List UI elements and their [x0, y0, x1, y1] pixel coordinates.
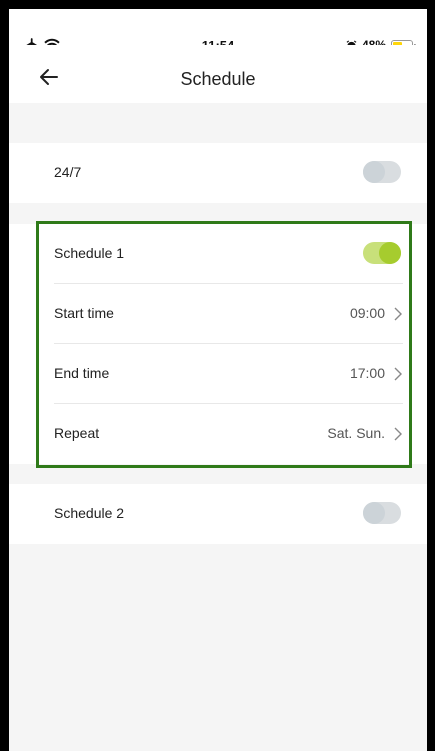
- row-start-time[interactable]: Start time 09:00: [9, 284, 427, 344]
- row-24-7-label: 24/7: [54, 164, 82, 180]
- row-repeat[interactable]: Repeat Sat. Sun.: [9, 404, 427, 464]
- row-schedule-1-label: Schedule 1: [54, 245, 125, 261]
- chevron-right-icon: [394, 427, 402, 441]
- start-time-value: 09:00: [349, 305, 385, 321]
- toggle-schedule-2[interactable]: [363, 502, 401, 524]
- row-schedule-1: Schedule 1: [9, 224, 427, 284]
- repeat-value: Sat. Sun.: [327, 425, 385, 441]
- toggle-knob: [363, 502, 385, 524]
- toggle-24-7[interactable]: [363, 161, 401, 183]
- end-time-value: 17:00: [349, 365, 385, 381]
- start-time-label: Start time: [54, 305, 114, 321]
- toggle-schedule-1[interactable]: [363, 242, 401, 264]
- toggle-knob: [363, 161, 385, 183]
- status-bar: 11:54 48%: [9, 9, 427, 53]
- chevron-right-icon: [394, 307, 402, 321]
- phone-screen: 11:54 48% Schedule 24/7 Schedule 1 Start…: [9, 9, 427, 751]
- end-time-label: End time: [54, 365, 110, 381]
- toggle-knob: [379, 242, 401, 264]
- row-schedule-2: Schedule 2: [9, 484, 427, 544]
- repeat-label: Repeat: [54, 425, 100, 441]
- page-title: Schedule: [180, 69, 256, 89]
- chevron-right-icon: [394, 367, 402, 381]
- navigation-bar: Schedule: [9, 45, 427, 103]
- row-end-time[interactable]: End time 17:00: [9, 344, 427, 404]
- row-schedule-2-label: Schedule 2: [54, 505, 125, 521]
- row-24-7: 24/7: [9, 143, 427, 203]
